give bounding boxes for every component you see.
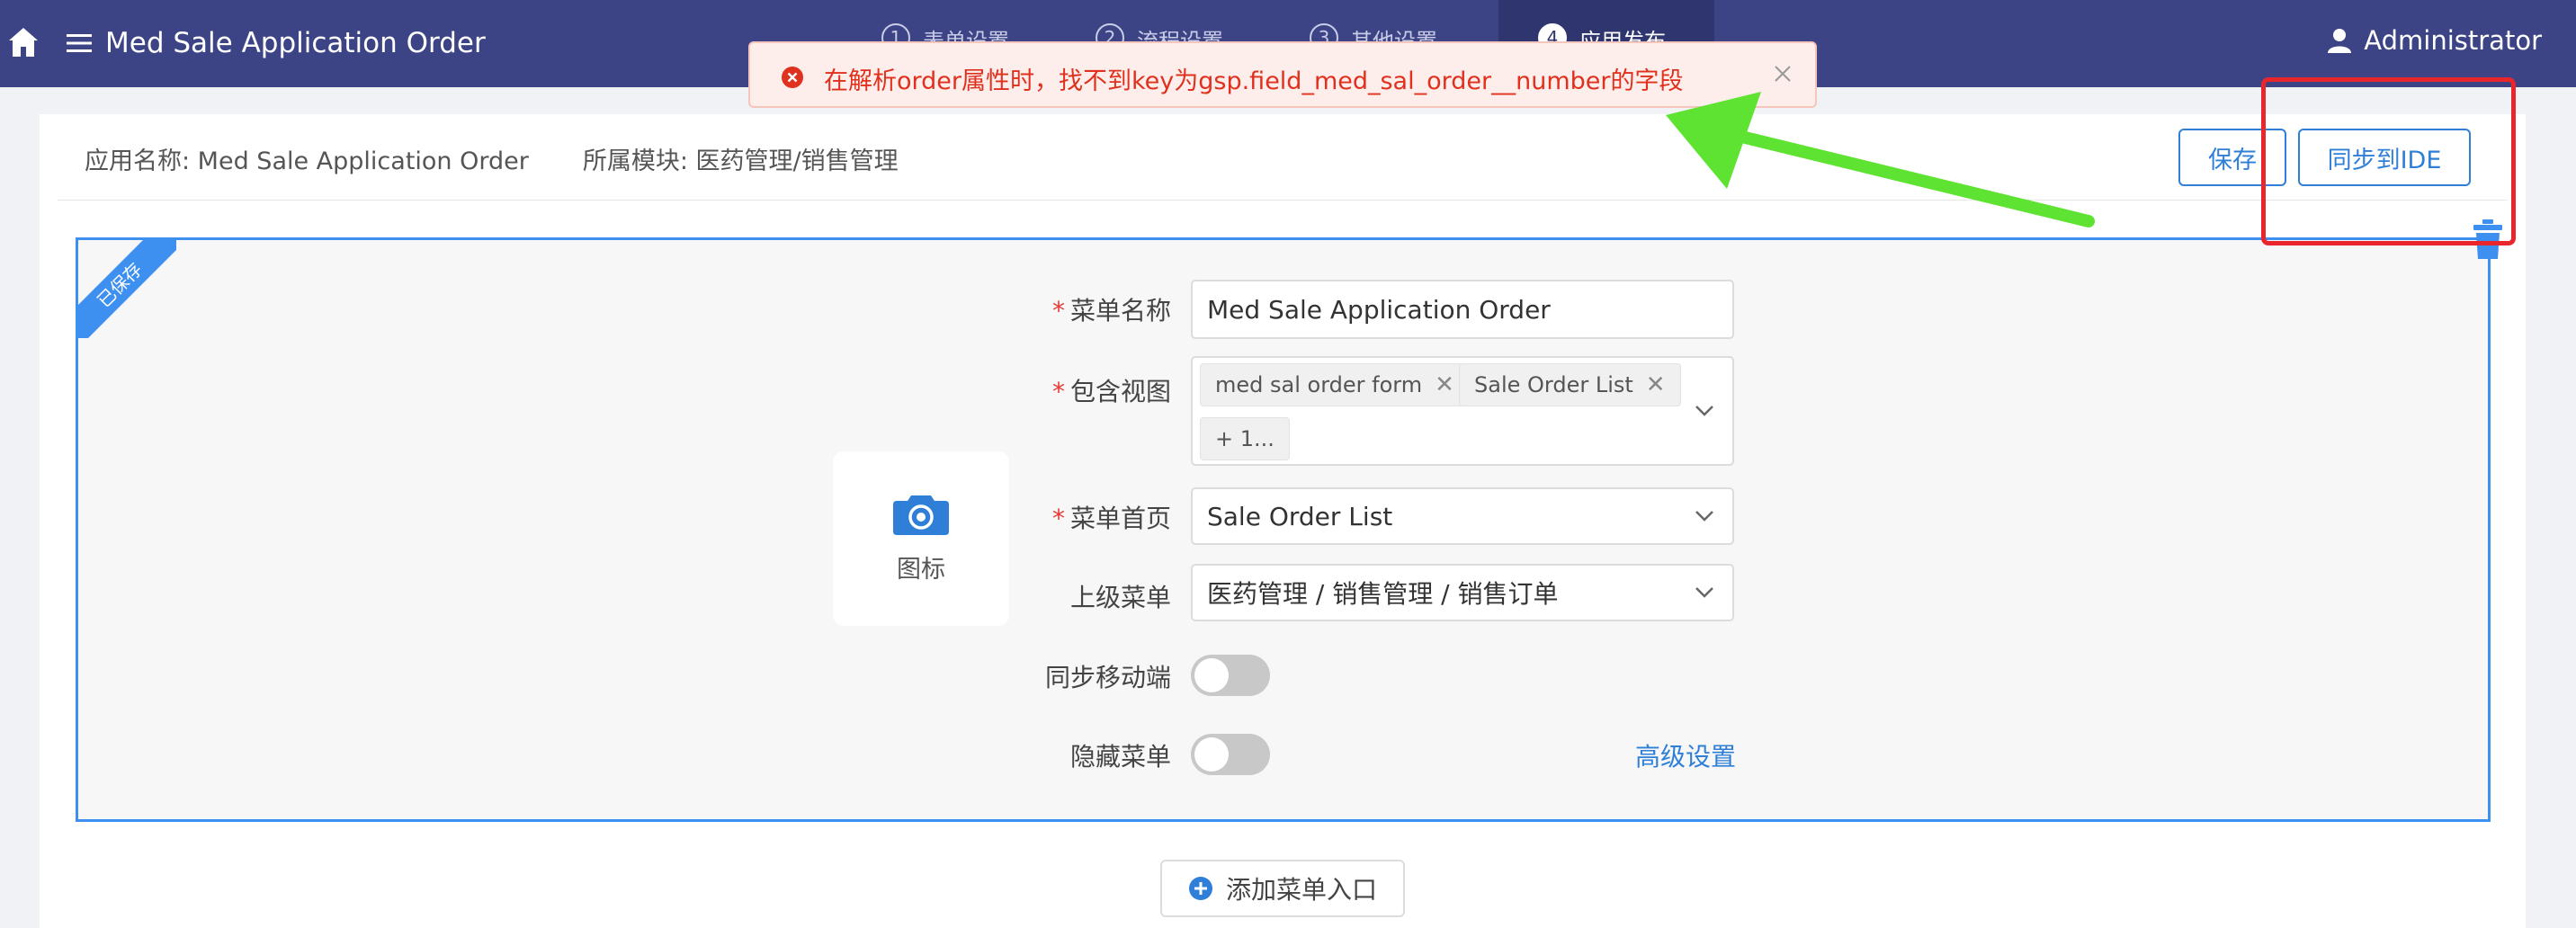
parent-menu-value: 医药管理 / 销售管理 / 销售订单 xyxy=(1207,579,1559,609)
error-circle-icon xyxy=(782,67,803,88)
view-tag-label: Sale Order List xyxy=(1474,372,1633,397)
view-tag: Sale Order List ✕ xyxy=(1459,363,1681,406)
trash-icon[interactable] xyxy=(2473,218,2503,261)
tag-close-icon[interactable]: ✕ xyxy=(1646,371,1666,398)
error-message: 在解析order属性时，找不到key为gsp.field_med_sal_ord… xyxy=(824,67,1684,95)
view-tag-more: + 1... xyxy=(1200,417,1290,460)
hide-menu-toggle[interactable] xyxy=(1191,734,1270,775)
menu-icon-picker[interactable]: 图标 xyxy=(833,451,1009,626)
home-page-value: Sale Order List xyxy=(1207,501,1393,531)
home-page-label: * 菜单首页 xyxy=(1051,504,1171,533)
home-page-select[interactable]: Sale Order List xyxy=(1191,487,1734,545)
user-name: Administrator xyxy=(2364,25,2542,56)
menu-name-value: Med Sale Application Order xyxy=(1207,294,1551,325)
sync-mobile-toggle[interactable] xyxy=(1191,655,1270,696)
add-menu-entry-label: 添加菜单入口 xyxy=(1225,875,1377,905)
chevron-down-icon xyxy=(1695,587,1713,598)
views-label: * 包含视图 xyxy=(1051,377,1171,406)
tag-close-icon[interactable]: ✕ xyxy=(1435,371,1454,398)
home-icon[interactable] xyxy=(7,25,40,59)
parent-menu-label: 上级菜单 xyxy=(991,578,1171,614)
menu-name-label: * 菜单名称 xyxy=(1051,296,1171,326)
divider xyxy=(58,200,2508,201)
menu-name-input[interactable]: Med Sale Application Order xyxy=(1191,280,1734,339)
sync-mobile-label-text: 同步移动端 xyxy=(1044,663,1171,692)
toggle-knob xyxy=(1194,737,1229,772)
hide-menu-label-text: 隐藏菜单 xyxy=(1069,742,1171,772)
view-tag-label: med sal order form xyxy=(1215,372,1423,397)
chevron-down-icon xyxy=(1695,511,1713,522)
view-tag-more-label: + 1... xyxy=(1215,426,1275,451)
parent-menu-label-text: 上级菜单 xyxy=(1069,583,1171,612)
save-button[interactable]: 保存 xyxy=(2178,129,2286,186)
hamburger-menu-icon[interactable] xyxy=(67,33,92,53)
app-title: Med Sale Application Order xyxy=(105,27,486,59)
module-text: 所属模块: 医药管理/销售管理 xyxy=(582,147,899,175)
user-icon xyxy=(2328,29,2352,53)
app-info: 应用名称: Med Sale Application Order 所属模块: 医… xyxy=(85,141,899,176)
plus-circle-icon xyxy=(1188,877,1212,900)
app-name-text: 应用名称: Med Sale Application Order xyxy=(85,147,529,175)
parent-menu-cascader[interactable]: 医药管理 / 销售管理 / 销售订单 xyxy=(1191,564,1734,621)
camera-icon xyxy=(893,495,949,535)
toggle-knob xyxy=(1194,658,1229,692)
sync-mobile-label: 同步移动端 xyxy=(991,658,1171,694)
sync-to-ide-button[interactable]: 同步到IDE xyxy=(2298,129,2471,186)
hide-menu-label: 隐藏菜单 xyxy=(991,737,1171,773)
home-page-label-text: 菜单首页 xyxy=(1069,504,1171,533)
close-icon[interactable] xyxy=(1774,65,1792,83)
views-label-text: 包含视图 xyxy=(1069,377,1171,406)
chevron-down-icon xyxy=(1695,406,1713,416)
menu-name-label-text: 菜单名称 xyxy=(1069,296,1171,326)
icon-label: 图标 xyxy=(897,555,945,584)
add-menu-entry-button[interactable]: 添加菜单入口 xyxy=(1160,860,1405,917)
advanced-settings-link[interactable]: 高级设置 xyxy=(1635,737,1736,773)
view-tag: med sal order form ✕ xyxy=(1200,363,1470,406)
user-menu[interactable]: Administrator xyxy=(2328,25,2542,56)
error-toast: 在解析order属性时，找不到key为gsp.field_med_sal_ord… xyxy=(748,41,1817,108)
